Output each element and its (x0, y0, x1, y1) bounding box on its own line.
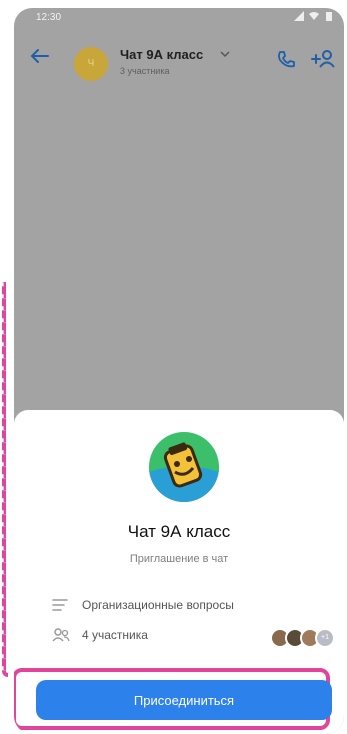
description-text: Организационные вопросы (82, 598, 234, 612)
chat-title[interactable]: Чат 9А класс (120, 47, 203, 62)
add-user-icon[interactable] (310, 49, 336, 69)
back-arrow-icon[interactable] (30, 48, 50, 64)
highlight-dashed-line (2, 282, 8, 677)
status-time: 12:30 (36, 12, 62, 23)
group-avatar (149, 432, 219, 502)
chevron-down-icon[interactable] (220, 50, 230, 58)
status-icons (294, 11, 334, 21)
join-chat-sheet: Чат 9А класс Приглашение в чат Организац… (14, 410, 344, 734)
invite-text: Приглашение в чат (129, 553, 229, 565)
chat-avatar[interactable]: Ч (74, 47, 108, 81)
members-count: 4 участника (82, 628, 148, 642)
extra-members-badge: +1 (315, 628, 335, 648)
group-name: Чат 9А класс (127, 522, 231, 541)
description-icon (52, 599, 68, 611)
signal-icon (294, 11, 304, 21)
members-icon (52, 628, 70, 642)
wifi-icon (309, 12, 319, 20)
chat-subtitle: 3 участника (120, 66, 170, 76)
call-icon[interactable] (276, 50, 296, 70)
description-row: Организационные вопросы (52, 596, 332, 616)
join-button[interactable]: Присоединиться (36, 680, 332, 720)
chat-header: Ч Чат 9А класс 3 участника (14, 30, 344, 88)
battery-icon (326, 12, 332, 21)
members-row[interactable]: 4 участника +1 (52, 626, 335, 648)
member-avatars[interactable]: +1 (270, 628, 344, 648)
phone-screen: 12:30 Ч Чат 9А класс 3 участника Чат 9А … (14, 8, 344, 734)
status-bar: 12:30 (14, 8, 344, 28)
